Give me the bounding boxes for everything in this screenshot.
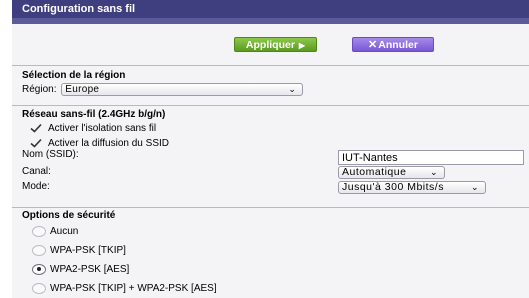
- ssid-row: Nom (SSID):: [12, 147, 529, 165]
- cancel-button[interactable]: ✕Annuler: [352, 37, 434, 52]
- security-option-label: Aucun: [50, 226, 79, 237]
- channel-select-value: Automatique: [342, 165, 407, 178]
- security-option-label: WPA-PSK [TKIP] + WPA2-PSK [AES]: [50, 283, 217, 294]
- section-divider: [12, 105, 529, 106]
- isolation-checkbox[interactable]: [30, 123, 42, 133]
- region-select-value: Europe: [65, 83, 100, 95]
- region-select[interactable]: Europe ⌄: [61, 82, 304, 96]
- mode-select-value: Jusqu'à 300 Mbits/s: [342, 180, 444, 193]
- region-row: Région: Europe ⌄: [12, 82, 529, 97]
- radio-button-selected[interactable]: [32, 263, 46, 275]
- chevron-down-icon: ⌄: [288, 83, 297, 94]
- chevron-down-icon: ⌄: [470, 181, 479, 192]
- ssid-label: Nom (SSID):: [22, 149, 79, 160]
- region-section: Sélection de la région Région: Europe ⌄: [12, 70, 529, 97]
- checkmark-icon: [30, 124, 42, 133]
- security-option[interactable]: Aucun: [12, 222, 529, 241]
- security-section-title: Options de sécurité: [22, 210, 116, 221]
- security-option-label: WPA-PSK [TKIP]: [50, 245, 126, 256]
- mode-select[interactable]: Jusqu'à 300 Mbits/s ⌄: [338, 180, 486, 194]
- chevron-down-icon: ⌄: [429, 166, 438, 177]
- region-section-title: Sélection de la région: [22, 70, 126, 81]
- ssid-input[interactable]: [338, 150, 524, 165]
- security-option[interactable]: WPA-PSK [TKIP] + WPA2-PSK [AES]: [12, 279, 529, 298]
- close-x-icon: ✕: [368, 39, 378, 51]
- window-title: Configuration sans fil: [12, 0, 529, 24]
- apply-button[interactable]: Appliquer ▶: [234, 37, 317, 52]
- security-option[interactable]: WPA2-PSK [AES]: [12, 260, 529, 279]
- apply-button-label: Appliquer: [245, 39, 295, 51]
- region-label: Région:: [22, 84, 57, 95]
- security-option[interactable]: WPA-PSK [TKIP]: [12, 241, 529, 260]
- isolation-label: Activer l'isolation sans fil: [48, 123, 157, 134]
- wireless-settings-window: Configuration sans fil Appliquer ▶ ✕Annul…: [12, 0, 529, 298]
- security-section: Options de sécurité Aucun WPA-PSK [TKIP]…: [12, 210, 529, 298]
- wireless-section-title: Réseau sans-fil (2.4GHz b/g/n): [22, 109, 166, 120]
- channel-row: Canal: Automatique ⌄: [12, 164, 529, 179]
- section-divider: [12, 207, 529, 208]
- section-divider: [12, 65, 529, 66]
- radio-button[interactable]: [32, 282, 46, 294]
- mode-row: Mode: Jusqu'à 300 Mbits/s ⌄: [12, 179, 529, 194]
- mode-label: Mode:: [22, 181, 50, 192]
- channel-select[interactable]: Automatique ⌄: [338, 165, 445, 179]
- cancel-button-label: Annuler: [378, 39, 418, 51]
- wireless-section: Réseau sans-fil (2.4GHz b/g/n) Activer l…: [12, 109, 529, 194]
- play-arrow-icon: ▶: [298, 41, 306, 50]
- radio-button[interactable]: [32, 244, 46, 256]
- action-toolbar: Appliquer ▶ ✕Annuler: [12, 24, 529, 52]
- channel-label: Canal:: [22, 166, 51, 177]
- isolation-row: Activer l'isolation sans fil: [12, 121, 529, 136]
- security-option-label: WPA2-PSK [AES]: [50, 264, 130, 275]
- radio-button[interactable]: [32, 225, 46, 237]
